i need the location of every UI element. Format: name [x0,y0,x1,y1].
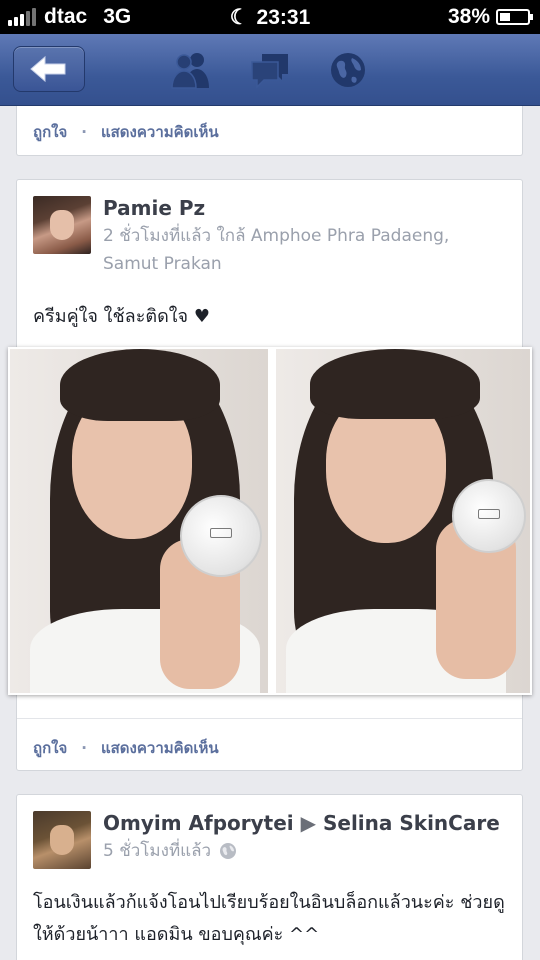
post-meta: 5 ชั่วโมงที่แล้ว [103,841,212,861]
back-button[interactable] [13,46,85,92]
post-card: Omyim Afporytei ▶ Selina SkinCare 5 ชั่ว… [16,794,523,960]
avatar[interactable] [33,811,91,869]
post-actions: ถูกใจ · แสดงความคิดเห็น [33,120,219,144]
battery-percent: 38% [447,5,490,28]
post-actions: ถูกใจ · แสดงความคิดเห็น [33,736,219,760]
top-navigation-bar [0,34,540,106]
avatar[interactable] [33,196,91,254]
post-photo[interactable] [10,349,268,693]
post-photo[interactable] [276,349,530,693]
like-link[interactable]: ถูกใจ [33,120,67,144]
post-meta: 2 ชั่วโมงที่แล้ว ใกล้ Amphoe Phra Padaen… [103,226,450,274]
post-photo-collage[interactable] [8,347,532,695]
friends-icon[interactable] [169,48,213,92]
divider [17,718,522,719]
post-target-page[interactable]: Selina SkinCare [323,811,500,835]
post-author[interactable]: Pamie Pz [103,196,483,220]
battery-icon [496,9,533,25]
post-author[interactable]: Omyim Afporytei [103,811,294,835]
post-text: โอนเงินแล้วก้แจ้งโอนไปเรียบร้อยในอินบล็อ… [33,892,505,945]
comment-link[interactable]: แสดงความคิดเห็น [101,120,219,144]
post-target-arrow-icon: ▶ [300,811,317,835]
public-globe-icon [220,843,237,859]
do-not-disturb-icon: ☾ [229,6,249,29]
action-separator: · [81,123,87,141]
status-bar: dtac 3G ☾ 23:31 38% [0,0,540,34]
post-text: ครีมคู่ใจ ใช้ละติดใจ ♥ [33,306,210,327]
messages-icon[interactable] [248,48,292,92]
comment-link[interactable]: แสดงความคิดเห็น [101,736,219,760]
globe-icon[interactable] [326,48,370,92]
clock-time: 23:31 [256,6,311,29]
previous-post-card: ถูกใจ · แสดงความคิดเห็น [16,106,523,156]
back-arrow-icon [30,55,66,83]
like-link[interactable]: ถูกใจ [33,736,67,760]
action-separator: · [81,739,87,757]
